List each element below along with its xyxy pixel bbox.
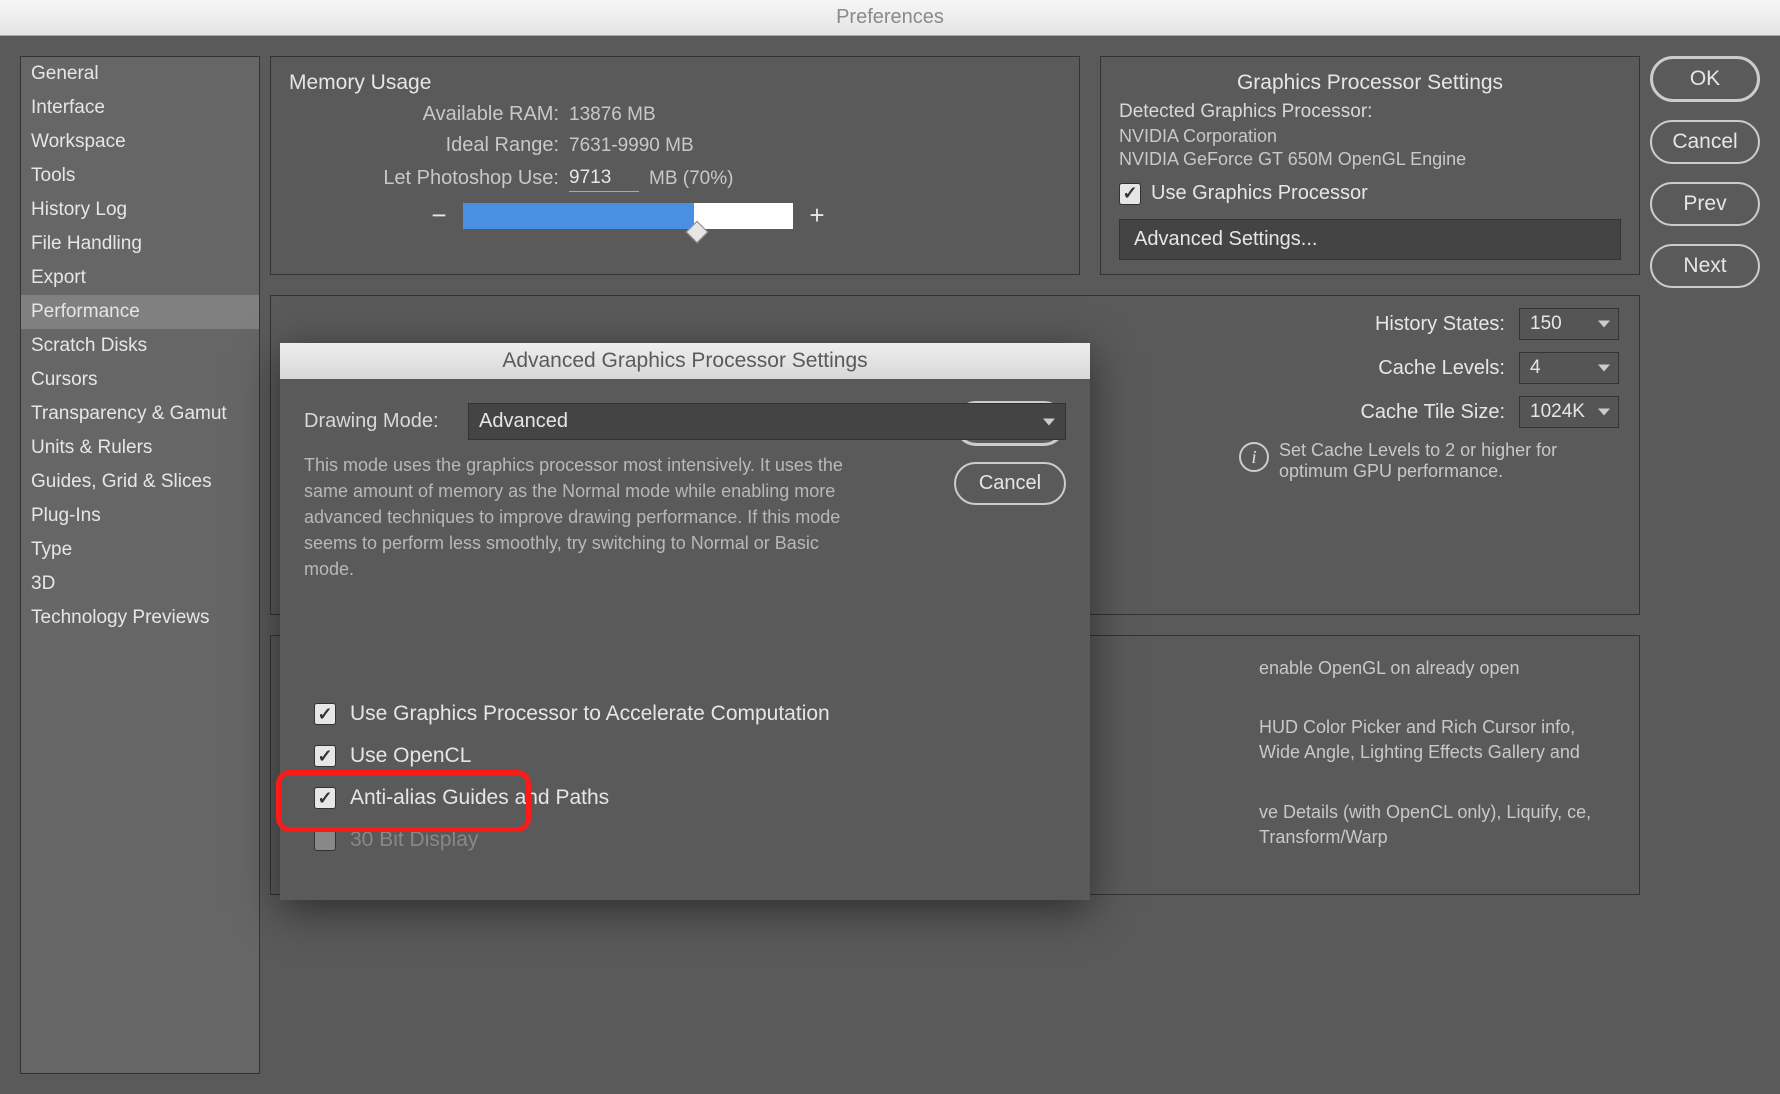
ideal-range-value: 7631-9990 MB: [569, 135, 694, 157]
sidebar-item-technology-previews[interactable]: Technology Previews: [21, 601, 259, 635]
sidebar-item-cursors[interactable]: Cursors: [21, 363, 259, 397]
sidebar-item-plug-ins[interactable]: Plug-Ins: [21, 499, 259, 533]
sidebar-item-export[interactable]: Export: [21, 261, 259, 295]
sidebar-item-history-log[interactable]: History Log: [21, 193, 259, 227]
gpu-device: NVIDIA GeForce GT 650M OpenGL Engine: [1119, 149, 1621, 170]
sidebar-item-file-handling[interactable]: File Handling: [21, 227, 259, 261]
slider-increase-button[interactable]: +: [807, 200, 827, 231]
30-bit-display-checkbox: [314, 829, 336, 851]
cache-tile-size-label: Cache Tile Size:: [1360, 401, 1505, 424]
history-states-select[interactable]: 150: [1519, 308, 1619, 340]
memory-slider[interactable]: [463, 203, 793, 229]
sidebar-item-general[interactable]: General: [21, 57, 259, 91]
drawing-mode-description: This mode uses the graphics processor mo…: [304, 452, 864, 582]
drawing-mode-select[interactable]: Advanced: [468, 403, 1066, 440]
sidebar-item-scratch-disks[interactable]: Scratch Disks: [21, 329, 259, 363]
sidebar-item-tools[interactable]: Tools: [21, 159, 259, 193]
sidebar-item-interface[interactable]: Interface: [21, 91, 259, 125]
prev-button[interactable]: Prev: [1650, 182, 1760, 226]
use-graphics-processor-label: Use Graphics Processor: [1151, 182, 1368, 205]
advanced-gpu-settings-dialog: Advanced Graphics Processor Settings OK …: [280, 343, 1090, 900]
drawing-mode-label: Drawing Mode:: [304, 410, 454, 433]
use-opencl-label: Use OpenCL: [350, 744, 471, 768]
cache-hint-text: Set Cache Levels to 2 or higher for opti…: [1279, 440, 1619, 482]
cache-levels-select[interactable]: 4: [1519, 352, 1619, 384]
sidebar-item-3d[interactable]: 3D: [21, 567, 259, 601]
cache-levels-label: Cache Levels:: [1378, 357, 1505, 380]
let-photoshop-use-label: Let Photoshop Use:: [289, 167, 559, 190]
hint-opencl-details: ve Details (with OpenCL only), Liquify, …: [1259, 800, 1619, 850]
hint-hud-color-picker: HUD Color Picker and Rich Cursor info, W…: [1259, 715, 1619, 765]
dialog-cancel-button[interactable]: Cancel: [954, 462, 1066, 505]
dialog-title: Advanced Graphics Processor Settings: [280, 343, 1090, 379]
sidebar-item-transparency-gamut[interactable]: Transparency & Gamut: [21, 397, 259, 431]
sidebar-item-units-rulers[interactable]: Units & Rulers: [21, 431, 259, 465]
window-title: Preferences: [0, 0, 1780, 36]
sidebar: General Interface Workspace Tools Histor…: [20, 56, 260, 1074]
gpu-vendor: NVIDIA Corporation: [1119, 126, 1621, 147]
sidebar-item-performance[interactable]: Performance: [21, 295, 259, 329]
advanced-settings-button[interactable]: Advanced Settings...: [1119, 219, 1621, 260]
next-button[interactable]: Next: [1650, 244, 1760, 288]
sidebar-item-type[interactable]: Type: [21, 533, 259, 567]
let-photoshop-use-unit: MB (70%): [649, 168, 733, 190]
cache-tile-size-select[interactable]: 1024K: [1519, 396, 1619, 428]
graphics-processor-group: Graphics Processor Settings Detected Gra…: [1100, 56, 1640, 275]
use-gpu-accelerate-checkbox[interactable]: [314, 703, 336, 725]
sidebar-item-workspace[interactable]: Workspace: [21, 125, 259, 159]
use-gpu-accelerate-label: Use Graphics Processor to Accelerate Com…: [350, 702, 830, 726]
ideal-range-label: Ideal Range:: [289, 134, 559, 157]
cancel-button[interactable]: Cancel: [1650, 120, 1760, 164]
ok-button[interactable]: OK: [1650, 56, 1760, 102]
let-photoshop-use-input[interactable]: [569, 165, 639, 192]
30-bit-display-label: 30 Bit Display: [350, 828, 478, 852]
slider-decrease-button[interactable]: −: [429, 200, 449, 231]
use-graphics-processor-checkbox[interactable]: [1119, 183, 1141, 205]
anti-alias-guides-label: Anti-alias Guides and Paths: [350, 786, 609, 810]
memory-usage-group: Memory Usage Available RAM: 13876 MB Idea…: [270, 56, 1080, 275]
info-icon: i: [1239, 442, 1269, 472]
available-ram-label: Available RAM:: [289, 103, 559, 126]
detected-gpu-label: Detected Graphics Processor:: [1119, 101, 1621, 123]
memory-usage-title: Memory Usage: [289, 71, 1061, 95]
sidebar-item-guides-grid-slices[interactable]: Guides, Grid & Slices: [21, 465, 259, 499]
available-ram-value: 13876 MB: [569, 104, 656, 126]
graphics-processor-title: Graphics Processor Settings: [1119, 71, 1621, 95]
anti-alias-guides-checkbox[interactable]: [314, 787, 336, 809]
use-opencl-checkbox[interactable]: [314, 745, 336, 767]
hint-opengl-already-open: enable OpenGL on already open: [1259, 656, 1619, 681]
history-states-label: History States:: [1375, 313, 1505, 336]
